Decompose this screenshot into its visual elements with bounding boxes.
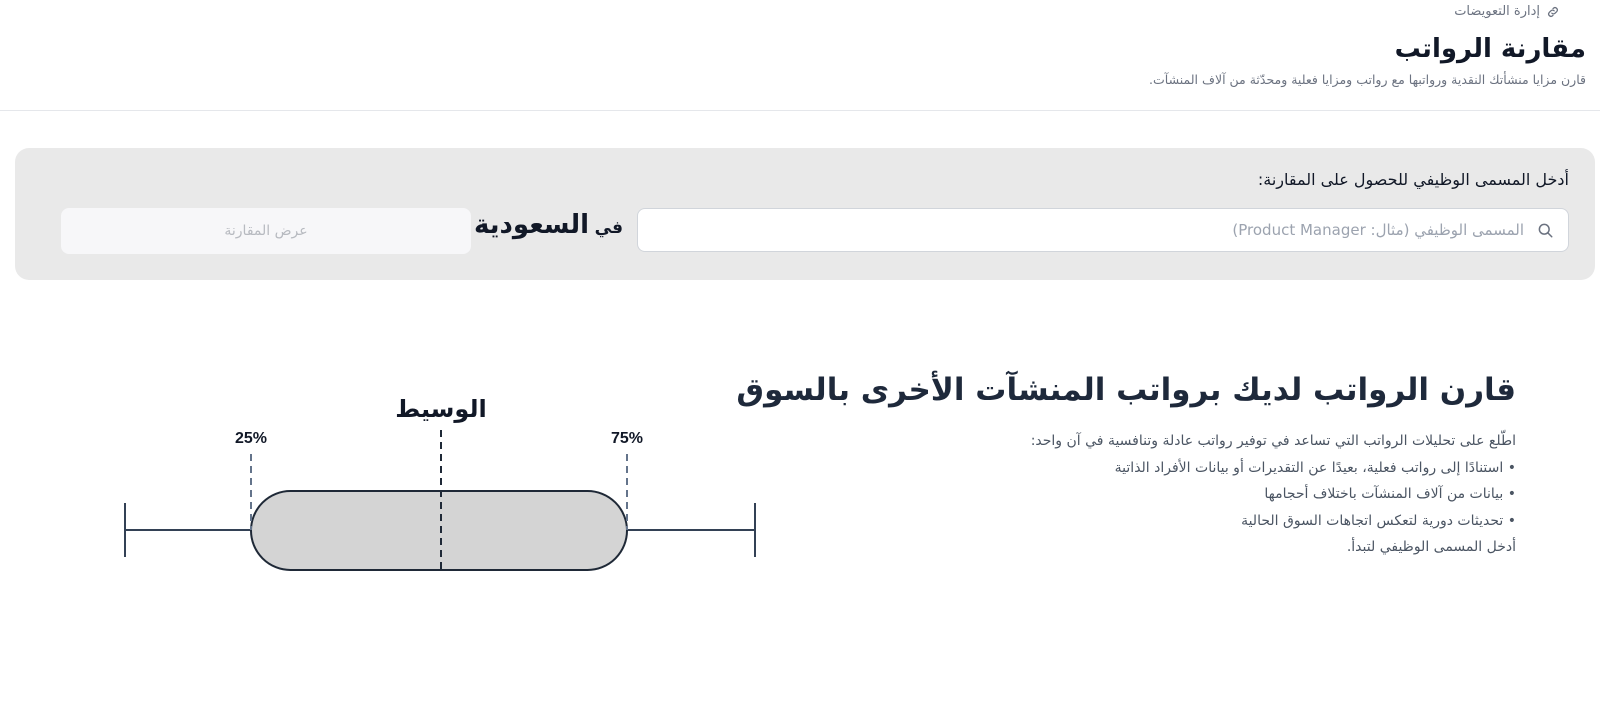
salary-range-illustration: 25% 75% الوسيط: [110, 380, 770, 580]
salary-range-svg: 25% 75% الوسيط: [124, 395, 756, 571]
search-panel: أدخل المسمى الوظيفي للحصول على المقارنة:…: [15, 148, 1595, 280]
page-subtitle: قارن مزايا منشأتك النقدية ورواتبها مع رو…: [1149, 72, 1586, 87]
breadcrumb-label[interactable]: إدارة التعويضات: [1454, 4, 1540, 19]
search-icon: [1536, 221, 1554, 239]
info-cta: أدخل المسمى الوظيفي لتبدأ.: [1346, 539, 1516, 555]
info-intro: اطّلع على تحليلات الرواتب التي تساعد في …: [1030, 433, 1516, 449]
show-comparison-button[interactable]: عرض المقارنة: [61, 208, 471, 254]
info-bullets: استنادًا إلى رواتب فعلية، بعيدًا عن التق…: [816, 455, 1516, 535]
info-title: قارن الرواتب لديك برواتب المنشآت الأخرى …: [736, 372, 1516, 408]
page-title: مقارنة الرواتب: [1394, 34, 1586, 64]
link-icon: [1546, 5, 1560, 19]
breadcrumb[interactable]: إدارة التعويضات: [1454, 4, 1560, 19]
header-divider: [0, 110, 1600, 111]
p25-label: 25%: [235, 430, 267, 447]
info-bullet: استنادًا إلى رواتب فعلية، بعيدًا عن التق…: [816, 455, 1516, 482]
info-bullet: بيانات من آلاف المنشآت باختلاف أحجامها: [816, 481, 1516, 508]
info-section: قارن الرواتب لديك برواتب المنشآت الأخرى …: [736, 372, 1516, 561]
page: إدارة التعويضات مقارنة الرواتب قارن مزاي…: [0, 0, 1600, 704]
search-prompt: أدخل المسمى الوظيفي للحصول على المقارنة:: [1257, 170, 1569, 189]
p75-label: 75%: [611, 430, 643, 447]
interquartile-range: [250, 490, 628, 571]
median-label: الوسيط: [395, 395, 486, 423]
country-label: السعودية: [474, 210, 589, 240]
job-title-search-field[interactable]: [637, 208, 1569, 252]
info-bullet: تحديثات دورية لتعكس اتجاهات السوق الحالي…: [816, 508, 1516, 535]
job-title-input[interactable]: [652, 220, 1526, 240]
in-label: في: [594, 218, 623, 238]
